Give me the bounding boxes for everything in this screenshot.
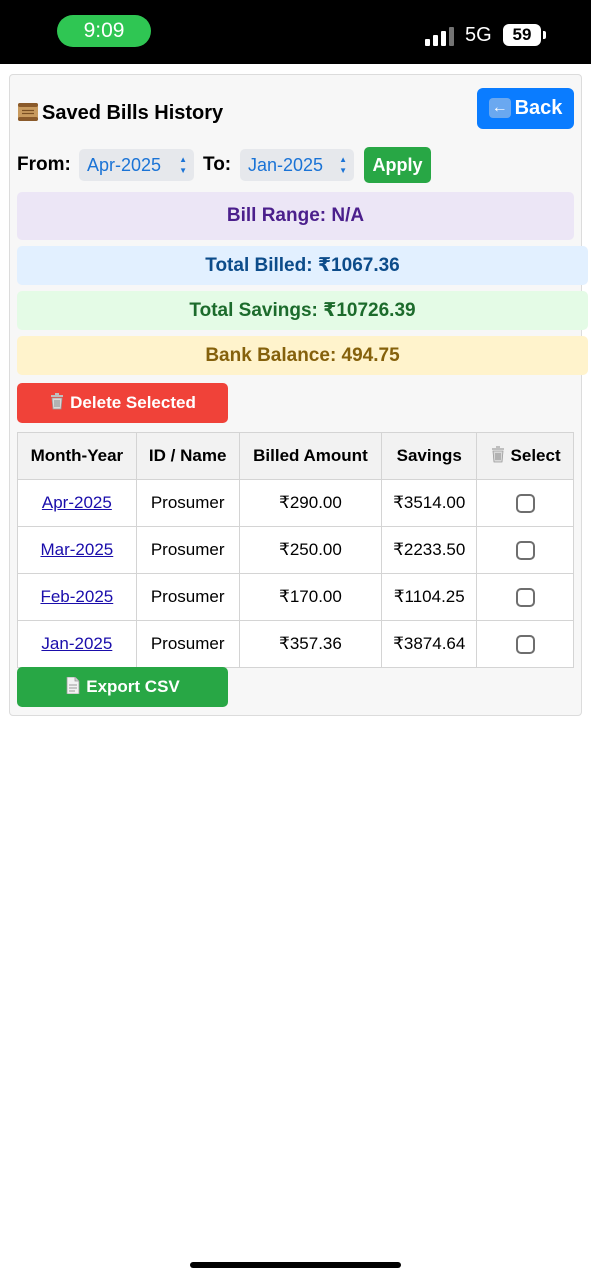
select-cell: [476, 573, 574, 621]
month-link[interactable]: Feb-2025: [40, 587, 113, 606]
savings-cell: ₹3514.00: [381, 479, 478, 527]
from-label: From:: [17, 154, 71, 175]
to-month-select[interactable]: Jan-2025 ▲ ▼: [240, 149, 354, 181]
status-bar: 9:09 5G 59: [0, 0, 591, 64]
header-savings: Savings: [381, 432, 478, 480]
month-link[interactable]: Mar-2025: [40, 540, 113, 559]
battery-nub: [543, 31, 546, 39]
row-select-checkbox[interactable]: [515, 494, 535, 513]
month-cell: Apr-2025: [17, 479, 137, 527]
select-cell: [476, 526, 574, 574]
export-label: Export CSV: [86, 677, 180, 696]
bank-balance-band: Bank Balance: 494.75: [17, 336, 588, 375]
bills-table: Month-Year ID / Name Billed Amount Savin…: [17, 432, 574, 668]
name-cell: Prosumer: [135, 479, 240, 527]
bill-range-band: Bill Range: N/A: [17, 192, 574, 240]
header-id-name: ID / Name: [135, 432, 240, 480]
name-cell: Prosumer: [135, 526, 240, 574]
header-select-label: Select: [510, 446, 561, 465]
table-row: Feb-2025 Prosumer ₹170.00 ₹1104.25: [17, 573, 574, 621]
header-billed-amount: Billed Amount: [238, 432, 383, 480]
updown-chevron-icon: ▲ ▼: [179, 155, 187, 175]
updown-chevron-icon: ▲ ▼: [339, 155, 347, 175]
savings-cell: ₹3874.64: [381, 620, 478, 668]
select-cell: [476, 620, 574, 668]
month-cell: Jan-2025: [17, 620, 137, 668]
page-title-text: Saved Bills History: [42, 102, 224, 124]
row-select-checkbox[interactable]: [515, 635, 535, 654]
document-icon: [66, 677, 80, 694]
select-cell: [476, 479, 574, 527]
billed-cell: ₹170.00: [238, 573, 383, 621]
header-select: Select: [476, 432, 574, 480]
signal-icon: [425, 26, 457, 46]
delete-selected-button[interactable]: Delete Selected: [17, 383, 228, 423]
network-type: 5G: [465, 24, 492, 46]
page-title: Saved Bills History: [17, 102, 223, 125]
row-select-checkbox[interactable]: [515, 588, 535, 607]
month-cell: Feb-2025: [17, 573, 137, 621]
battery-icon: 59: [503, 24, 541, 46]
from-month-value: Apr-2025: [87, 155, 162, 175]
row-select-checkbox[interactable]: [515, 541, 535, 560]
table-header-row: Month-Year ID / Name Billed Amount Savin…: [17, 432, 574, 480]
export-csv-button[interactable]: Export CSV: [17, 667, 228, 707]
from-month-select[interactable]: Apr-2025 ▲ ▼: [79, 149, 194, 181]
total-savings-band: Total Savings: ₹10726.39: [17, 291, 588, 330]
month-cell: Mar-2025: [17, 526, 137, 574]
savings-cell: ₹1104.25: [381, 573, 478, 621]
delete-label: Delete Selected: [70, 393, 196, 412]
total-billed-band: Total Billed: ₹1067.36: [17, 246, 588, 285]
back-arrow-icon: ←: [488, 98, 511, 118]
name-cell: Prosumer: [135, 573, 240, 621]
billed-cell: ₹290.00: [238, 479, 383, 527]
back-label: Back: [514, 97, 563, 119]
savings-cell: ₹2233.50: [381, 526, 478, 574]
scroll-icon: [18, 103, 38, 121]
billed-cell: ₹250.00: [238, 526, 383, 574]
month-link[interactable]: Apr-2025: [42, 493, 112, 512]
month-link[interactable]: Jan-2025: [41, 634, 112, 653]
name-cell: Prosumer: [135, 620, 240, 668]
back-button[interactable]: ← Back: [477, 88, 574, 129]
to-month-value: Jan-2025: [248, 155, 324, 175]
table-row: Apr-2025 Prosumer ₹290.00 ₹3514.00: [17, 479, 574, 527]
trash-icon: [491, 446, 504, 463]
trash-icon: [51, 393, 64, 410]
table-row: Mar-2025 Prosumer ₹250.00 ₹2233.50: [17, 526, 574, 574]
home-indicator: [190, 1262, 401, 1268]
billed-cell: ₹357.36: [238, 620, 383, 668]
to-label: To:: [203, 154, 232, 175]
status-time: 9:09: [57, 15, 151, 47]
header-month-year: Month-Year: [17, 432, 137, 480]
apply-button[interactable]: Apply: [364, 147, 431, 183]
table-row: Jan-2025 Prosumer ₹357.36 ₹3874.64: [17, 620, 574, 668]
